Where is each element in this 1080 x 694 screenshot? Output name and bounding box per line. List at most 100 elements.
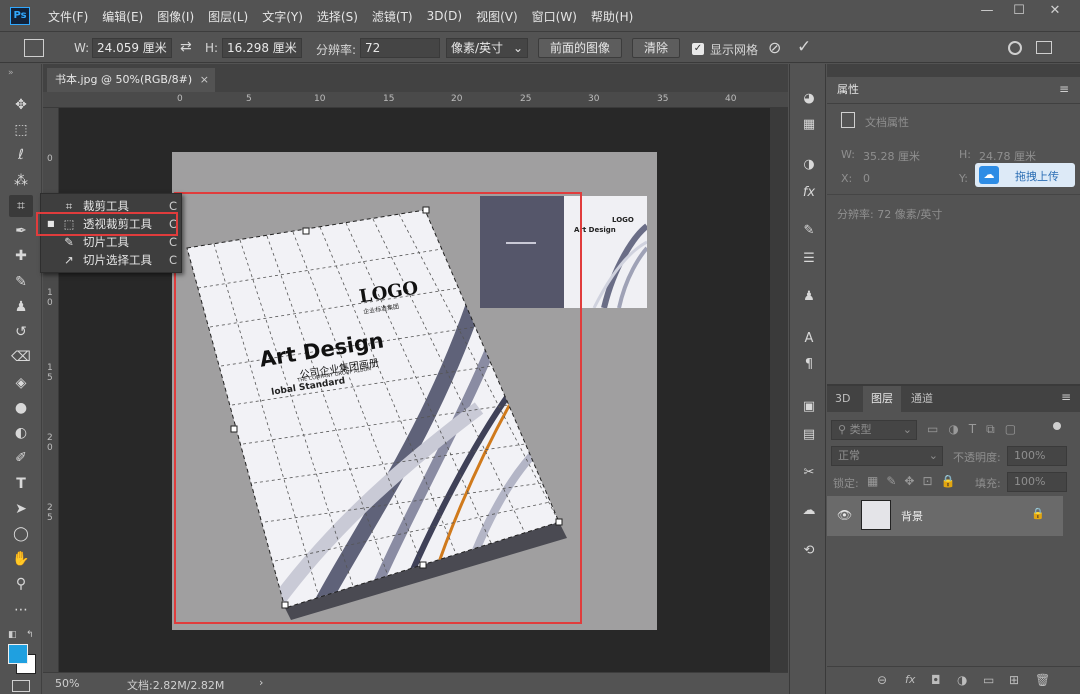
resolution-field[interactable]: 72 — [360, 38, 440, 58]
magic-wand-icon[interactable]: ⁂ — [9, 170, 33, 192]
perspective-crop-tool-icon[interactable]: ⌗ — [9, 195, 33, 217]
libraries-icon[interactable]: ☁ — [797, 500, 821, 522]
new-layer-icon[interactable]: ⊞ — [1009, 673, 1019, 687]
filter-icons[interactable]: ▭◑T⧉▢ — [927, 422, 1026, 437]
clone-source-icon[interactable]: ♟ — [797, 286, 821, 308]
ellipse-icon[interactable]: ◯ — [9, 523, 33, 545]
menu-type[interactable]: 文字(Y) — [262, 8, 303, 25]
menu-edit[interactable]: 编辑(E) — [102, 8, 143, 25]
clear-button[interactable]: 清除 — [632, 38, 680, 58]
default-colors-icon[interactable]: ◧ — [8, 630, 17, 640]
character-icon[interactable]: A — [797, 328, 821, 350]
show-grid-checkbox[interactable]: ✓ — [692, 43, 704, 55]
blur-icon[interactable]: ● — [9, 397, 33, 419]
healing-brush-icon[interactable]: ✚ — [9, 245, 33, 267]
quick-mask-icon[interactable] — [12, 680, 30, 692]
prop-x-value[interactable]: 0 — [863, 172, 870, 185]
search-icon[interactable] — [1008, 41, 1022, 55]
layer-name[interactable]: 背景 — [901, 508, 923, 524]
height-field[interactable]: 16.298 厘米 — [222, 38, 302, 58]
opacity-field[interactable]: 100% — [1007, 446, 1067, 466]
dodge-icon[interactable]: ◐ — [9, 422, 33, 444]
filter-toggle-icon[interactable] — [1053, 422, 1061, 430]
commit-icon[interactable]: ✓ — [797, 37, 811, 57]
eyedropper-icon[interactable]: ✒ — [9, 220, 33, 242]
menu-select[interactable]: 选择(S) — [317, 8, 358, 25]
tab-3d[interactable]: 3D — [827, 386, 858, 412]
swap-icon[interactable]: ⇄ — [180, 39, 192, 55]
move-tool-icon[interactable]: ✥ — [9, 94, 33, 116]
blend-mode-select[interactable]: 正常 ⌄ — [831, 446, 943, 466]
marquee-tool-icon[interactable]: ⬚ — [9, 119, 33, 141]
swap-colors-icon[interactable]: ↰ — [26, 630, 34, 640]
maximize-button[interactable]: ☐ — [1004, 0, 1034, 22]
brush-icon[interactable]: ✎ — [9, 271, 33, 293]
brush-presets-icon[interactable]: ☰ — [797, 248, 821, 270]
tab-properties[interactable]: 属性 — [827, 77, 869, 103]
lock-icons[interactable]: ▦✎✥⊡🔒 — [867, 474, 963, 488]
prop-w-value[interactable]: 35.28 厘米 — [863, 148, 920, 164]
path-select-icon[interactable]: ➤ — [9, 498, 33, 520]
collapse-icon[interactable]: » — [8, 68, 14, 78]
tab-layers[interactable]: 图层 — [863, 386, 901, 412]
unit-select[interactable]: 像素/英寸 ⌄ — [446, 38, 528, 58]
upload-widget[interactable]: ☁ 拖拽上传 — [975, 163, 1075, 187]
type-tool-icon[interactable]: T — [9, 473, 33, 495]
eraser-icon[interactable]: ⌫ — [9, 346, 33, 368]
workspace-icon[interactable] — [1036, 41, 1052, 54]
zoom-icon[interactable]: ⚲ — [9, 573, 33, 595]
trash-icon[interactable]: 🗑 — [1035, 673, 1050, 687]
flyout-item-slice-select[interactable]: ↗ 切片选择工具 C — [41, 251, 181, 269]
menu-file[interactable]: 文件(F) — [48, 8, 88, 25]
cancel-icon[interactable]: ⊘ — [768, 38, 781, 57]
group-icon[interactable]: ▭ — [983, 673, 994, 687]
panel-menu-icon[interactable]: ≡ — [1061, 390, 1071, 404]
menu-view[interactable]: 视图(V) — [476, 8, 518, 25]
width-field[interactable]: 24.059 厘米 — [92, 38, 172, 58]
menu-help[interactable]: 帮助(H) — [591, 8, 633, 25]
tools-icon[interactable]: ✂ — [797, 462, 821, 484]
prop-h-value[interactable]: 24.78 厘米 — [979, 148, 1036, 164]
adjustments-icon[interactable]: ◑ — [797, 154, 821, 176]
fx-icon[interactable]: fx — [905, 673, 915, 686]
panel-menu-icon[interactable]: ≡ — [1059, 82, 1069, 96]
vertical-scrollbar[interactable] — [770, 108, 788, 672]
paragraph-icon[interactable]: ¶ — [797, 354, 821, 376]
brush-settings-icon[interactable]: ✎ — [797, 220, 821, 242]
menu-3d[interactable]: 3D(D) — [427, 9, 462, 23]
menu-image[interactable]: 图像(I) — [157, 8, 194, 25]
link-icon[interactable]: ⊖ — [877, 673, 887, 687]
history-icon[interactable]: ⟲ — [797, 540, 821, 562]
stamp-icon[interactable]: ♟ — [9, 296, 33, 318]
history-brush-icon[interactable]: ↺ — [9, 321, 33, 343]
perspective-crop-preset-icon[interactable] — [24, 39, 44, 57]
menu-layer[interactable]: 图层(L) — [208, 8, 248, 25]
front-image-button[interactable]: 前面的图像 — [538, 38, 622, 58]
menu-filter[interactable]: 滤镜(T) — [372, 8, 413, 25]
adjustment-layer-icon[interactable]: ◑ — [957, 673, 967, 687]
visibility-icon[interactable]: 👁 — [837, 508, 852, 522]
minimize-button[interactable]: — — [972, 0, 1002, 22]
zoom-level[interactable]: 50% — [55, 677, 79, 690]
notes-icon[interactable]: ▤ — [797, 424, 821, 446]
document-tab[interactable]: 书本.jpg @ 50%(RGB/8#) × — [47, 68, 215, 92]
swatches-icon[interactable]: ▦ — [797, 114, 821, 136]
fx-icon[interactable]: fx — [797, 182, 821, 204]
color-panel-icon[interactable]: ◕ — [797, 88, 821, 110]
layer-row[interactable]: 👁 背景 🔒 — [827, 496, 1063, 536]
paint-bucket-icon[interactable]: ◈ — [9, 372, 33, 394]
layer-filter-select[interactable]: ⚲ 类型 ⌄ — [831, 420, 917, 440]
fill-field[interactable]: 100% — [1007, 472, 1067, 492]
mask-icon[interactable]: ◘ — [931, 673, 941, 687]
pen-icon[interactable]: ✐ — [9, 447, 33, 469]
navigator-icon[interactable]: ▣ — [797, 396, 821, 418]
tab-close-icon[interactable]: × — [200, 68, 209, 92]
hand-icon[interactable]: ✋ — [9, 548, 33, 570]
status-menu-icon[interactable]: › — [259, 676, 263, 689]
tab-channels[interactable]: 通道 — [903, 386, 941, 412]
menu-window[interactable]: 窗口(W) — [532, 8, 577, 25]
close-button[interactable]: ✕ — [1040, 0, 1070, 22]
lasso-tool-icon[interactable]: ℓ — [9, 144, 33, 166]
foreground-color-swatch[interactable] — [8, 644, 28, 664]
more-tools-icon[interactable]: ⋯ — [9, 599, 33, 621]
